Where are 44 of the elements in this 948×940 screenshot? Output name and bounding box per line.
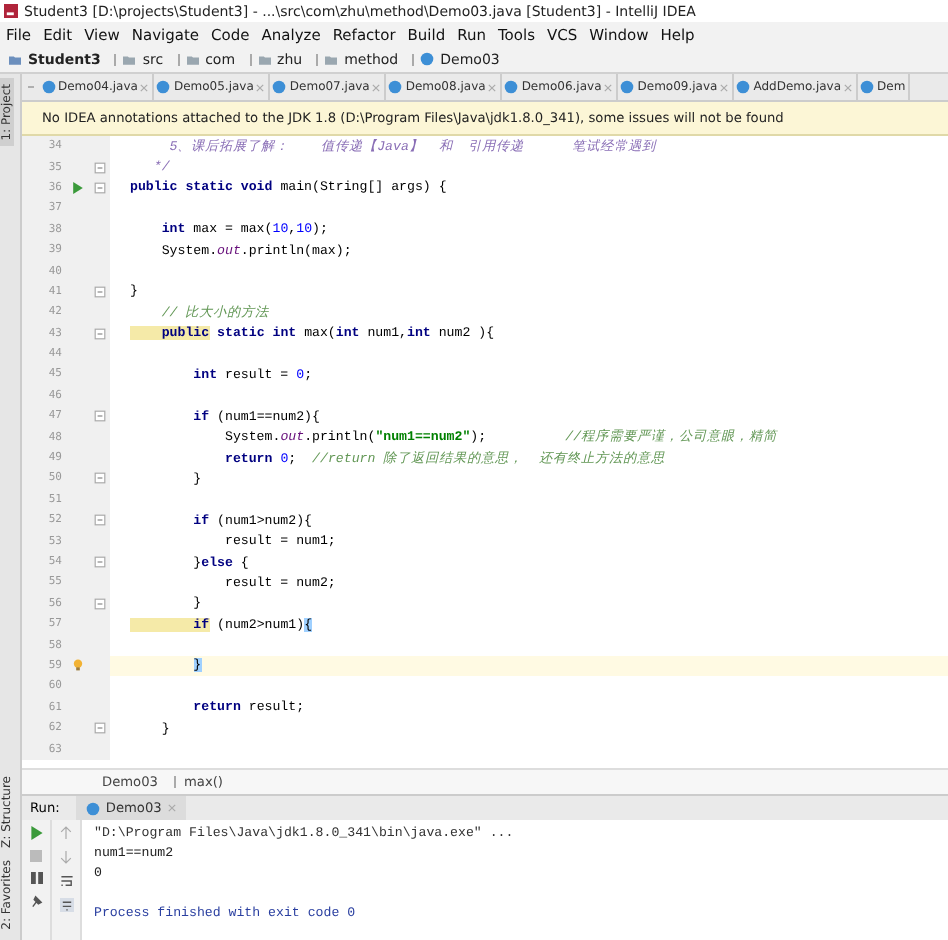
run-icon (29, 826, 43, 840)
fold-icon[interactable] (93, 556, 105, 568)
fold-icon[interactable] (93, 285, 105, 298)
lightbulb-icon[interactable] (71, 658, 83, 673)
close-icon (488, 83, 497, 91)
fold-icon[interactable] (93, 514, 105, 527)
close-icon (720, 83, 729, 91)
run-icon[interactable] (71, 181, 83, 194)
fold-icon[interactable] (93, 181, 105, 194)
stop-icon (30, 850, 42, 862)
pin-icon (29, 894, 43, 908)
close-icon (167, 804, 176, 812)
folder-icon (122, 53, 137, 65)
close-icon (844, 83, 853, 91)
soft-wrap-icon (59, 874, 73, 888)
fold-icon[interactable] (93, 327, 105, 340)
class-icon (388, 80, 403, 94)
scroll-end-icon (59, 898, 73, 912)
folder-icon (185, 53, 200, 65)
close-icon (372, 83, 381, 91)
class-icon (156, 80, 171, 94)
fold-icon[interactable] (93, 597, 105, 610)
fold-icon[interactable] (93, 161, 105, 174)
class-icon (272, 80, 287, 94)
folder-icon (257, 53, 272, 65)
fold-icon[interactable] (93, 472, 105, 485)
class-icon (736, 80, 751, 94)
up-arrow-icon (60, 826, 72, 840)
class-icon (41, 80, 55, 94)
class-icon (860, 80, 875, 94)
layout-icon (29, 872, 43, 884)
down-arrow-icon (60, 850, 72, 864)
close-icon (140, 83, 149, 91)
close-icon (256, 83, 265, 91)
class-icon (620, 80, 635, 94)
class-icon (420, 52, 435, 66)
class-icon (85, 801, 100, 815)
project-folder-icon (8, 53, 22, 65)
folder-icon (324, 53, 339, 65)
close-icon (604, 83, 613, 91)
fold-icon[interactable] (93, 722, 105, 735)
fold-icon[interactable] (93, 410, 105, 423)
class-icon (504, 80, 519, 94)
collapse-icon (23, 84, 37, 90)
